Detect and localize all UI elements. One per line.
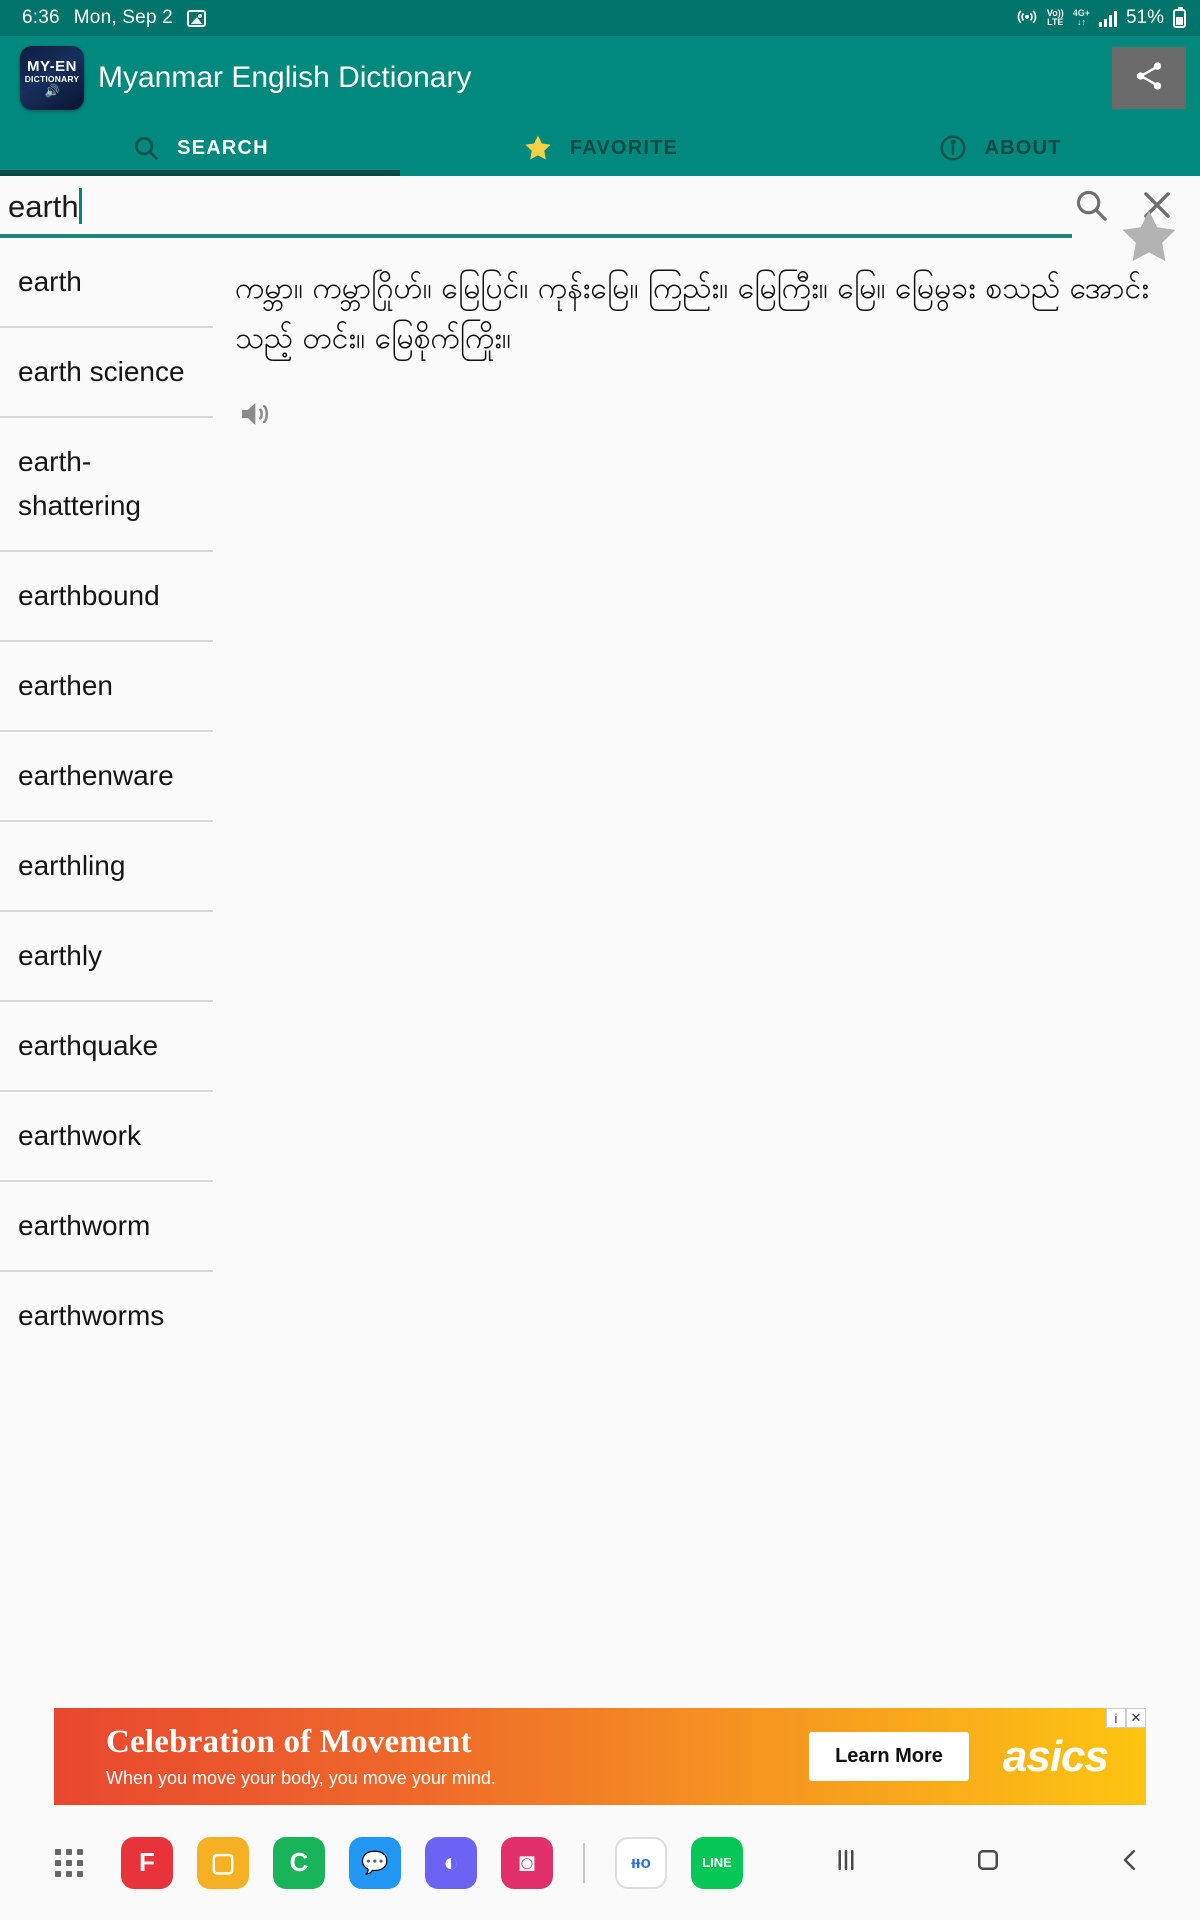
notes-app-icon[interactable]: ▢ (197, 1836, 249, 1889)
hotspot-icon (1016, 5, 1038, 32)
ad-close-icon[interactable]: ✕ (1126, 1708, 1146, 1728)
pronounce-button[interactable] (235, 394, 1178, 439)
app-bar: MY-EN DICTIONARY 🔊 Myanmar English Dicti… (0, 36, 1200, 120)
search-icon (131, 133, 161, 163)
ad-cta-button[interactable]: Learn More (809, 1732, 969, 1781)
tab-favorite-label: FAVORITE (569, 136, 679, 159)
instagram-app-icon[interactable]: ◙ (501, 1836, 553, 1889)
app-logo: MY-EN DICTIONARY 🔊 (20, 46, 84, 110)
app-logo-speaker-icon: 🔊 (44, 84, 60, 98)
status-bar-right: Vo)) LTE 4G+ ↓↑ 51% (1016, 5, 1186, 32)
list-item[interactable]: earthworms (0, 1272, 213, 1358)
ad-badges: i ✕ (1106, 1708, 1146, 1728)
share-icon (1132, 59, 1166, 98)
ad-copy: Celebration of Movement When you move yo… (54, 1723, 809, 1791)
list-item[interactable]: earthenware (0, 732, 213, 822)
list-item[interactable]: earthly (0, 912, 213, 1002)
status-bar-left: 6:36 Mon, Sep 2 (22, 7, 206, 29)
search-input[interactable]: earth (0, 176, 1072, 238)
tab-favorite[interactable]: FAVORITE (400, 120, 800, 176)
tab-bar: SEARCH FAVORITE ABOUT (0, 120, 1200, 176)
list-item[interactable]: earthbound (0, 552, 213, 642)
ad-brand-logo: asics (1002, 1731, 1109, 1781)
star-icon (522, 132, 554, 164)
phone-app-icon[interactable]: C (273, 1836, 325, 1889)
tab-about-label: ABOUT (984, 136, 1062, 159)
share-button[interactable] (1112, 47, 1186, 109)
battery-percent: 51% (1125, 7, 1164, 28)
content-area: earth earth science earth-shattering ear… (0, 210, 1200, 1358)
list-item[interactable]: earth-shattering (0, 418, 213, 552)
home-icon[interactable] (973, 1845, 1003, 1880)
ad-subline: When you move your body, you move your m… (106, 1767, 496, 1788)
ad-banner[interactable]: Celebration of Movement When you move yo… (54, 1708, 1146, 1805)
status-bar: 6:36 Mon, Sep 2 Vo)) LTE 4G+ ↓↑ 51% (0, 0, 1200, 36)
system-dock: F ▢ C 💬 ◐ ◙ ᵼᵼᴏ LINE (0, 1805, 1200, 1920)
volte-icon: Vo)) LTE (1046, 8, 1064, 27)
nav-bar (831, 1845, 1145, 1880)
signal-bars-icon (1098, 10, 1117, 27)
app-screen: 6:36 Mon, Sep 2 Vo)) LTE 4G+ ↓↑ 51% MY-E… (0, 0, 1200, 1920)
network-type-icon: 4G+ ↓↑ (1072, 8, 1090, 27)
list-item[interactable]: earthling (0, 822, 213, 912)
search-submit-button[interactable] (1072, 186, 1110, 229)
dock-apps: F ▢ C 💬 ◐ ◙ ᵼᵼᴏ LINE (55, 1836, 1145, 1889)
flipboard-app-icon[interactable]: F (121, 1836, 173, 1889)
text-cursor (78, 188, 82, 224)
ad-info-icon[interactable]: i (1106, 1708, 1126, 1728)
tab-search-label: SEARCH (177, 136, 269, 159)
status-date: Mon, Sep 2 (73, 7, 173, 28)
tab-about[interactable]: ABOUT (800, 120, 1200, 176)
app-logo-line1: MY-EN (26, 58, 77, 75)
tab-search[interactable]: SEARCH (0, 120, 400, 176)
status-time: 6:36 (22, 7, 60, 28)
image-icon (186, 9, 206, 27)
dock-divider (583, 1842, 585, 1883)
favorite-button[interactable] (1116, 204, 1182, 275)
apps-grid-icon[interactable] (55, 1848, 83, 1877)
battery-icon (1173, 6, 1186, 28)
tbo-app-icon[interactable]: ᵼᵼᴏ (615, 1836, 667, 1889)
search-bar: earth (0, 176, 1200, 238)
list-item[interactable]: earthwork (0, 1092, 213, 1182)
ad-headline: Celebration of Movement (106, 1723, 472, 1760)
definition-text: ကမ္ဘာ။ ကမ္ဘာဂြိုဟ်။ မြေပြင်။ ကုန်းမြေ။ က… (235, 271, 1149, 356)
line-app-icon[interactable]: LINE (691, 1836, 743, 1889)
search-input-value: earth (8, 189, 79, 224)
info-icon (938, 133, 968, 163)
page-title: Myanmar English Dictionary (98, 61, 472, 94)
browser-app-icon[interactable]: ◐ (425, 1836, 477, 1889)
list-item[interactable]: earth (0, 238, 213, 328)
definition-panel: ကမ္ဘာ။ ကမ္ဘာဂြိုဟ်။ မြေပြင်။ ကုန်းမြေ။ က… (213, 210, 1200, 1358)
recents-icon[interactable] (831, 1845, 861, 1880)
list-item[interactable]: earthquake (0, 1002, 213, 1092)
list-item[interactable]: earth science (0, 328, 213, 418)
word-list[interactable]: earth earth science earth-shattering ear… (0, 238, 213, 1358)
messenger-app-icon[interactable]: 💬 (349, 1836, 401, 1889)
back-icon[interactable] (1115, 1845, 1145, 1880)
list-item[interactable]: earthworm (0, 1182, 213, 1272)
list-item[interactable]: earthen (0, 642, 213, 732)
